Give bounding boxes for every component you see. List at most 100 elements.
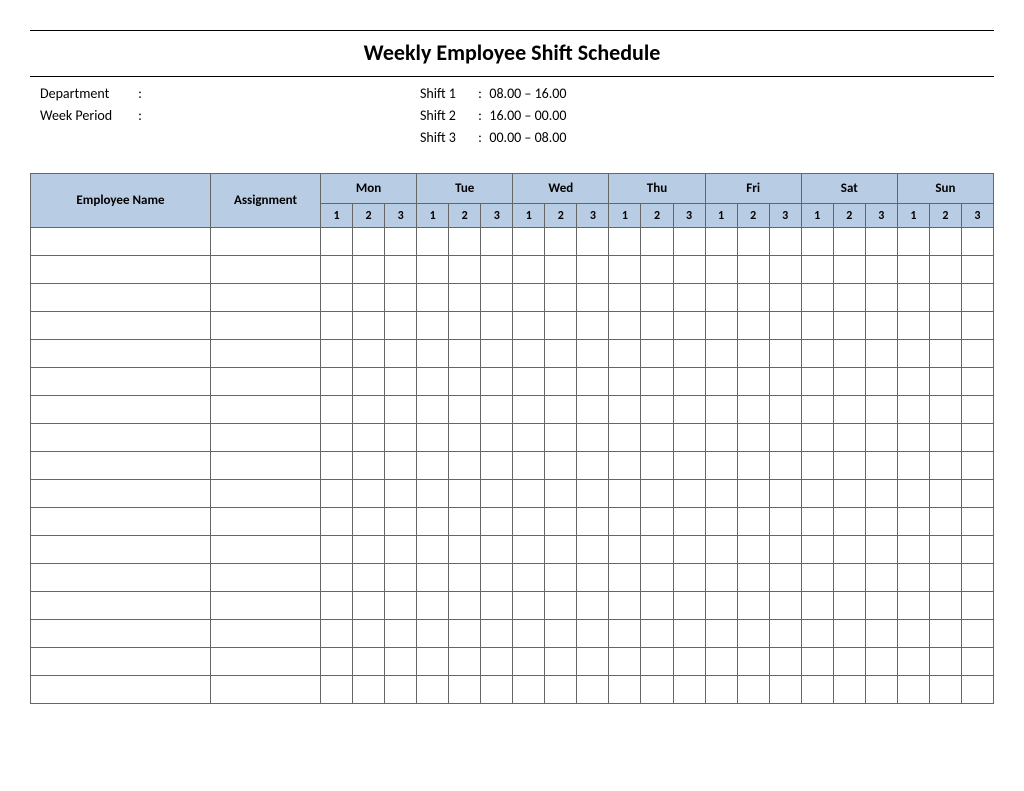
cell-shift	[641, 312, 673, 340]
cell-shift	[673, 592, 705, 620]
cell-shift	[385, 284, 417, 312]
cell-employee-name	[31, 312, 211, 340]
cell-shift	[641, 508, 673, 536]
cell-shift	[705, 256, 737, 284]
cell-shift	[673, 284, 705, 312]
cell-shift	[641, 480, 673, 508]
cell-employee-name	[31, 508, 211, 536]
cell-shift	[513, 284, 545, 312]
cell-shift	[417, 424, 449, 452]
meta-block: Department : Week Period : Shift 1 : 08.…	[30, 77, 994, 173]
cell-shift	[865, 340, 897, 368]
cell-shift	[385, 564, 417, 592]
cell-shift	[641, 592, 673, 620]
col-shift-num: 2	[641, 204, 673, 228]
cell-employee-name	[31, 368, 211, 396]
cell-shift	[577, 564, 609, 592]
cell-shift	[353, 312, 385, 340]
cell-shift	[641, 256, 673, 284]
cell-shift	[673, 648, 705, 676]
cell-shift	[385, 620, 417, 648]
cell-shift	[897, 312, 929, 340]
cell-shift	[449, 340, 481, 368]
cell-shift	[705, 340, 737, 368]
cell-shift	[705, 368, 737, 396]
cell-shift	[833, 592, 865, 620]
cell-shift	[545, 312, 577, 340]
cell-shift	[577, 284, 609, 312]
cell-assignment	[211, 396, 321, 424]
cell-shift	[641, 564, 673, 592]
col-day: Mon	[321, 174, 417, 204]
cell-employee-name	[31, 648, 211, 676]
cell-shift	[545, 592, 577, 620]
cell-shift	[577, 536, 609, 564]
cell-shift	[929, 228, 961, 256]
cell-assignment	[211, 620, 321, 648]
cell-shift	[353, 648, 385, 676]
cell-shift	[513, 508, 545, 536]
cell-assignment	[211, 536, 321, 564]
cell-shift	[321, 284, 353, 312]
cell-shift	[545, 480, 577, 508]
cell-shift	[609, 564, 641, 592]
cell-shift	[513, 676, 545, 704]
cell-shift	[961, 312, 993, 340]
cell-shift	[513, 536, 545, 564]
shift-time: 00.00 – 08.00	[489, 129, 566, 146]
cell-shift	[801, 368, 833, 396]
cell-employee-name	[31, 480, 211, 508]
page-title: Weekly Employee Shift Schedule	[30, 31, 994, 76]
cell-shift	[385, 396, 417, 424]
cell-shift	[865, 536, 897, 564]
cell-shift	[513, 256, 545, 284]
cell-employee-name	[31, 676, 211, 704]
cell-shift	[577, 340, 609, 368]
cell-assignment	[211, 648, 321, 676]
cell-shift	[737, 312, 769, 340]
cell-assignment	[211, 676, 321, 704]
shift-row: Shift 3 : 00.00 – 08.00	[420, 127, 984, 149]
cell-assignment	[211, 256, 321, 284]
cell-employee-name	[31, 256, 211, 284]
col-shift-num: 2	[833, 204, 865, 228]
cell-shift	[897, 536, 929, 564]
cell-employee-name	[31, 592, 211, 620]
cell-shift	[449, 396, 481, 424]
cell-shift	[769, 648, 801, 676]
cell-shift	[929, 564, 961, 592]
cell-shift	[417, 284, 449, 312]
meta-left: Department : Week Period :	[40, 83, 420, 149]
cell-shift	[321, 368, 353, 396]
col-shift-num: 1	[417, 204, 449, 228]
cell-shift	[481, 648, 513, 676]
cell-shift	[673, 424, 705, 452]
cell-shift	[385, 508, 417, 536]
cell-shift	[609, 396, 641, 424]
week-period-label: Week Period	[40, 105, 135, 127]
shift-label: Shift 2	[420, 105, 475, 127]
cell-shift	[449, 284, 481, 312]
cell-shift	[737, 536, 769, 564]
cell-shift	[321, 648, 353, 676]
cell-shift	[353, 564, 385, 592]
col-assignment: Assignment	[211, 174, 321, 228]
cell-shift	[769, 228, 801, 256]
cell-shift	[737, 396, 769, 424]
cell-shift	[897, 452, 929, 480]
cell-shift	[737, 284, 769, 312]
cell-shift	[737, 368, 769, 396]
cell-shift	[353, 256, 385, 284]
cell-shift	[929, 368, 961, 396]
cell-shift	[609, 340, 641, 368]
cell-shift	[769, 312, 801, 340]
cell-shift	[513, 452, 545, 480]
week-period-row: Week Period :	[40, 105, 420, 127]
cell-employee-name	[31, 564, 211, 592]
cell-shift	[481, 620, 513, 648]
cell-shift	[705, 620, 737, 648]
table-row	[31, 340, 994, 368]
cell-shift	[865, 480, 897, 508]
table-row	[31, 228, 994, 256]
cell-shift	[769, 536, 801, 564]
